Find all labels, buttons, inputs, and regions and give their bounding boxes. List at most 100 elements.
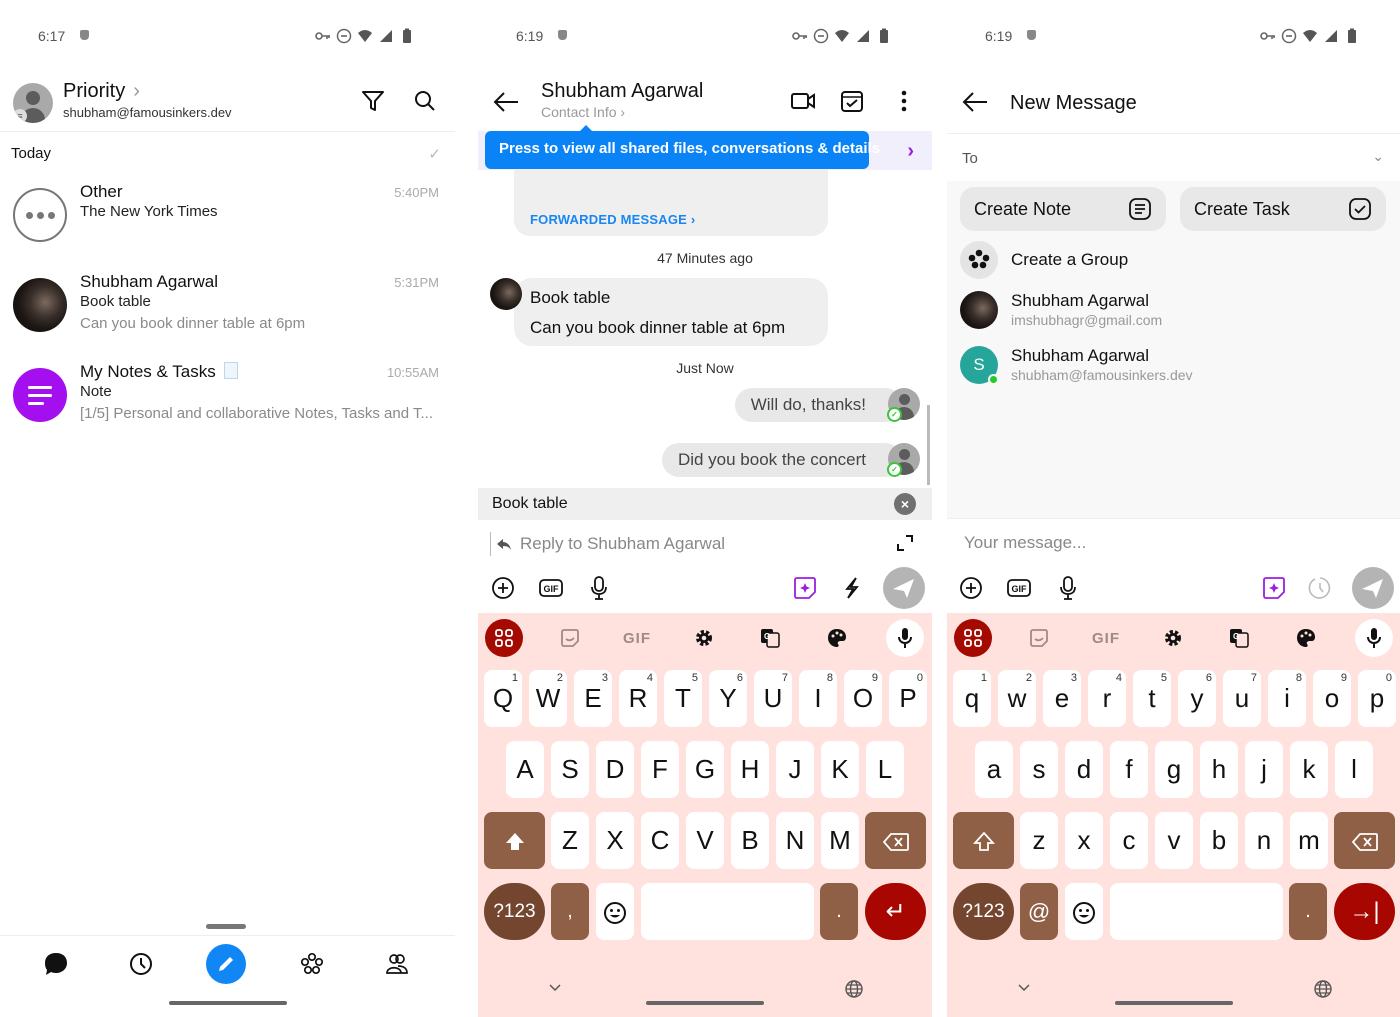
comma-key[interactable]: @ <box>1020 883 1058 940</box>
symbols-key[interactable]: ?123 <box>953 883 1014 940</box>
space-bar[interactable] <box>641 883 814 940</box>
key-b[interactable]: b <box>1200 812 1238 869</box>
key-y[interactable]: Y6 <box>709 670 747 727</box>
details-tooltip[interactable]: Press to view all shared files, conversa… <box>485 125 880 169</box>
key-d[interactable]: D <box>596 741 634 798</box>
key-y[interactable]: y6 <box>1178 670 1216 727</box>
incoming-message[interactable]: Book table Can you book dinner table at … <box>514 278 828 346</box>
key-e[interactable]: E3 <box>574 670 612 727</box>
hide-keyboard-chevron-icon[interactable] <box>1017 983 1031 993</box>
nav-groups[interactable] <box>292 944 332 984</box>
key-m[interactable]: m <box>1290 812 1328 869</box>
key-f[interactable]: f <box>1110 741 1148 798</box>
gif-icon[interactable]: GIF <box>538 575 564 601</box>
key-a[interactable]: a <box>975 741 1013 798</box>
forwarded-message-bubble[interactable]: FORWARDED MESSAGE › <box>514 166 828 236</box>
key-p[interactable]: p0 <box>1358 670 1396 727</box>
key-k[interactable]: K <box>821 741 859 798</box>
key-e[interactable]: e3 <box>1043 670 1081 727</box>
key-r[interactable]: R4 <box>619 670 657 727</box>
microphone-icon[interactable] <box>1055 575 1081 601</box>
key-p[interactable]: P0 <box>889 670 927 727</box>
conversation-item[interactable]: My Notes & Tasks Note [1/5] Personal and… <box>0 362 455 448</box>
key-v[interactable]: V <box>686 812 724 869</box>
hide-keyboard-chevron-icon[interactable] <box>548 983 562 993</box>
key-f[interactable]: F <box>641 741 679 798</box>
key-o[interactable]: O9 <box>844 670 882 727</box>
comma-key[interactable]: , <box>551 883 589 940</box>
shift-key[interactable] <box>484 812 545 869</box>
key-o[interactable]: o9 <box>1313 670 1351 727</box>
key-z[interactable]: z <box>1020 812 1058 869</box>
create-group-item[interactable]: Create a Group <box>947 241 1400 285</box>
back-arrow-icon[interactable] <box>961 88 989 116</box>
outgoing-message[interactable]: Did you book the concert <box>661 443 902 477</box>
scrollbar[interactable] <box>927 405 930 485</box>
close-icon[interactable]: × <box>894 493 916 515</box>
search-icon[interactable] <box>412 88 438 114</box>
key-j[interactable]: J <box>776 741 814 798</box>
key-x[interactable]: x <box>1065 812 1103 869</box>
video-call-icon[interactable] <box>790 88 816 114</box>
key-t[interactable]: t5 <box>1133 670 1171 727</box>
enter-key[interactable]: ↵ <box>865 883 926 940</box>
nav-contacts[interactable] <box>377 944 417 984</box>
key-i[interactable]: I8 <box>799 670 837 727</box>
key-n[interactable]: N <box>776 812 814 869</box>
period-key[interactable]: . <box>820 883 858 940</box>
outgoing-message[interactable]: Will do, thanks! <box>734 388 902 422</box>
gif-icon[interactable]: GIF <box>1006 575 1032 601</box>
send-button[interactable] <box>883 567 925 609</box>
contact-info-link[interactable]: Contact Info › <box>541 104 625 120</box>
globe-language-icon[interactable] <box>844 979 864 999</box>
drag-handle[interactable] <box>206 924 246 929</box>
key-a[interactable]: A <box>506 741 544 798</box>
enter-key[interactable]: →| <box>1334 883 1395 940</box>
theme-palette-icon[interactable] <box>1287 619 1325 657</box>
period-key[interactable]: . <box>1289 883 1327 940</box>
emoji-key[interactable] <box>596 883 634 940</box>
key-q[interactable]: Q1 <box>484 670 522 727</box>
key-w[interactable]: w2 <box>998 670 1036 727</box>
settings-gear-icon[interactable] <box>1154 619 1192 657</box>
backspace-key[interactable] <box>1334 812 1395 869</box>
reply-input[interactable]: Reply to Shubham Agarwal <box>478 524 932 564</box>
theme-palette-icon[interactable] <box>818 619 856 657</box>
account-avatar[interactable]: ≡ <box>13 83 53 123</box>
create-note-button[interactable]: Create Note <box>960 187 1166 231</box>
key-d[interactable]: d <box>1065 741 1103 798</box>
schedule-send-icon[interactable] <box>1307 575 1333 601</box>
key-u[interactable]: u7 <box>1223 670 1261 727</box>
conversation-item[interactable]: Other The New York Times 5:40PM <box>0 182 455 268</box>
filter-icon[interactable] <box>360 88 386 114</box>
key-g[interactable]: g <box>1155 741 1193 798</box>
chevron-down-icon[interactable]: ⌄ <box>1372 148 1384 165</box>
key-q[interactable]: q1 <box>953 670 991 727</box>
key-k[interactable]: k <box>1290 741 1328 798</box>
key-c[interactable]: c <box>1110 812 1148 869</box>
expand-icon[interactable] <box>896 534 914 552</box>
space-bar[interactable] <box>1110 883 1283 940</box>
nav-history[interactable] <box>121 944 161 984</box>
key-r[interactable]: r4 <box>1088 670 1126 727</box>
forwarded-message-link[interactable]: FORWARDED MESSAGE › <box>530 212 695 227</box>
key-j[interactable]: j <box>1245 741 1283 798</box>
key-u[interactable]: U7 <box>754 670 792 727</box>
key-z[interactable]: Z <box>551 812 589 869</box>
key-s[interactable]: S <box>551 741 589 798</box>
microphone-icon[interactable] <box>586 575 612 601</box>
key-w[interactable]: W2 <box>529 670 567 727</box>
quick-reply-lightning-icon[interactable] <box>839 575 865 601</box>
backspace-key[interactable] <box>865 812 926 869</box>
symbols-key[interactable]: ?123 <box>484 883 545 940</box>
add-attachment-icon[interactable] <box>958 575 984 601</box>
recipient-field[interactable]: To ⌄ <box>947 133 1400 181</box>
contact-suggestion[interactable]: S Shubham Agarwal shubham@famousinkers.d… <box>947 346 1400 390</box>
key-b[interactable]: B <box>731 812 769 869</box>
nav-compose[interactable] <box>206 944 246 984</box>
key-l[interactable]: L <box>866 741 904 798</box>
ai-sparkle-icon[interactable] <box>792 575 818 601</box>
message-input[interactable]: Your message... <box>947 523 1400 563</box>
key-h[interactable]: h <box>1200 741 1238 798</box>
emoji-key[interactable] <box>1065 883 1103 940</box>
